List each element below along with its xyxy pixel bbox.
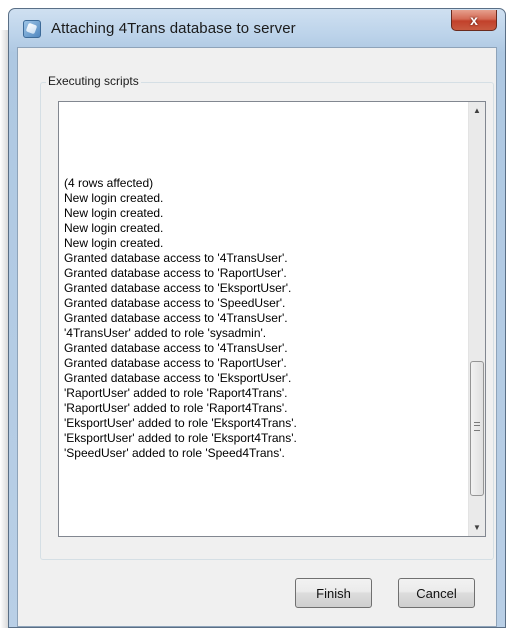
log-line: 'RaportUser' added to role 'Raport4Trans… — [64, 386, 288, 400]
log-line: New login created. — [64, 236, 164, 250]
log-line: Granted database access to 'SpeedUser'. — [64, 296, 286, 310]
log-line: Granted database access to 'RaportUser'. — [64, 266, 287, 280]
grip-icon — [474, 422, 480, 431]
log-line: 'RaportUser' added to role 'Raport4Trans… — [64, 401, 288, 415]
close-button[interactable]: x — [451, 10, 497, 31]
log-line: Granted database access to '4TransUser'. — [64, 251, 288, 265]
finish-button[interactable]: Finish — [295, 578, 372, 608]
log-line: 'EksportUser' added to role 'Eksport4Tra… — [64, 416, 297, 430]
scrollbar-thumb[interactable] — [470, 361, 484, 496]
log-line: Granted database access to 'RaportUser'. — [64, 356, 287, 370]
dialog-window: Attaching 4Trans database to server x Ex… — [8, 8, 506, 628]
cancel-button[interactable]: Cancel — [398, 578, 475, 608]
log-line: New login created. — [64, 206, 164, 220]
log-line: Granted database access to 'EksportUser'… — [64, 281, 292, 295]
close-icon: x — [470, 12, 478, 28]
group-label: Executing scripts — [46, 74, 141, 88]
executing-scripts-group: Executing scripts (4 rows affected) New l… — [40, 74, 494, 560]
dialog-client-area: Executing scripts (4 rows affected) New l… — [17, 47, 497, 627]
log-line: Granted database access to 'EksportUser'… — [64, 371, 292, 385]
log-line: Granted database access to '4TransUser'. — [64, 311, 288, 325]
log-line: New login created. — [64, 221, 164, 235]
script-log-content: (4 rows affected) New login created. New l… — [64, 176, 461, 461]
log-line: 'SpeedUser' added to role 'Speed4Trans'. — [64, 446, 285, 460]
log-line: '4TransUser' added to role 'sysadmin'. — [64, 326, 267, 340]
scroll-down-icon[interactable]: ▼ — [469, 519, 485, 536]
log-line: 'EksportUser' added to role 'Eksport4Tra… — [64, 431, 297, 445]
log-line: New login created. — [64, 191, 164, 205]
window-title: Attaching 4Trans database to server — [51, 20, 296, 37]
app-icon — [23, 20, 41, 38]
log-line: (4 rows affected) — [64, 176, 154, 190]
title-bar[interactable]: Attaching 4Trans database to server x — [9, 9, 505, 49]
scroll-up-icon[interactable]: ▲ — [469, 102, 485, 119]
vertical-scrollbar[interactable]: ▲ ▼ — [468, 102, 485, 536]
log-line: Granted database access to '4TransUser'. — [64, 341, 288, 355]
script-log-textbox[interactable]: (4 rows affected) New login created. New l… — [58, 101, 486, 537]
